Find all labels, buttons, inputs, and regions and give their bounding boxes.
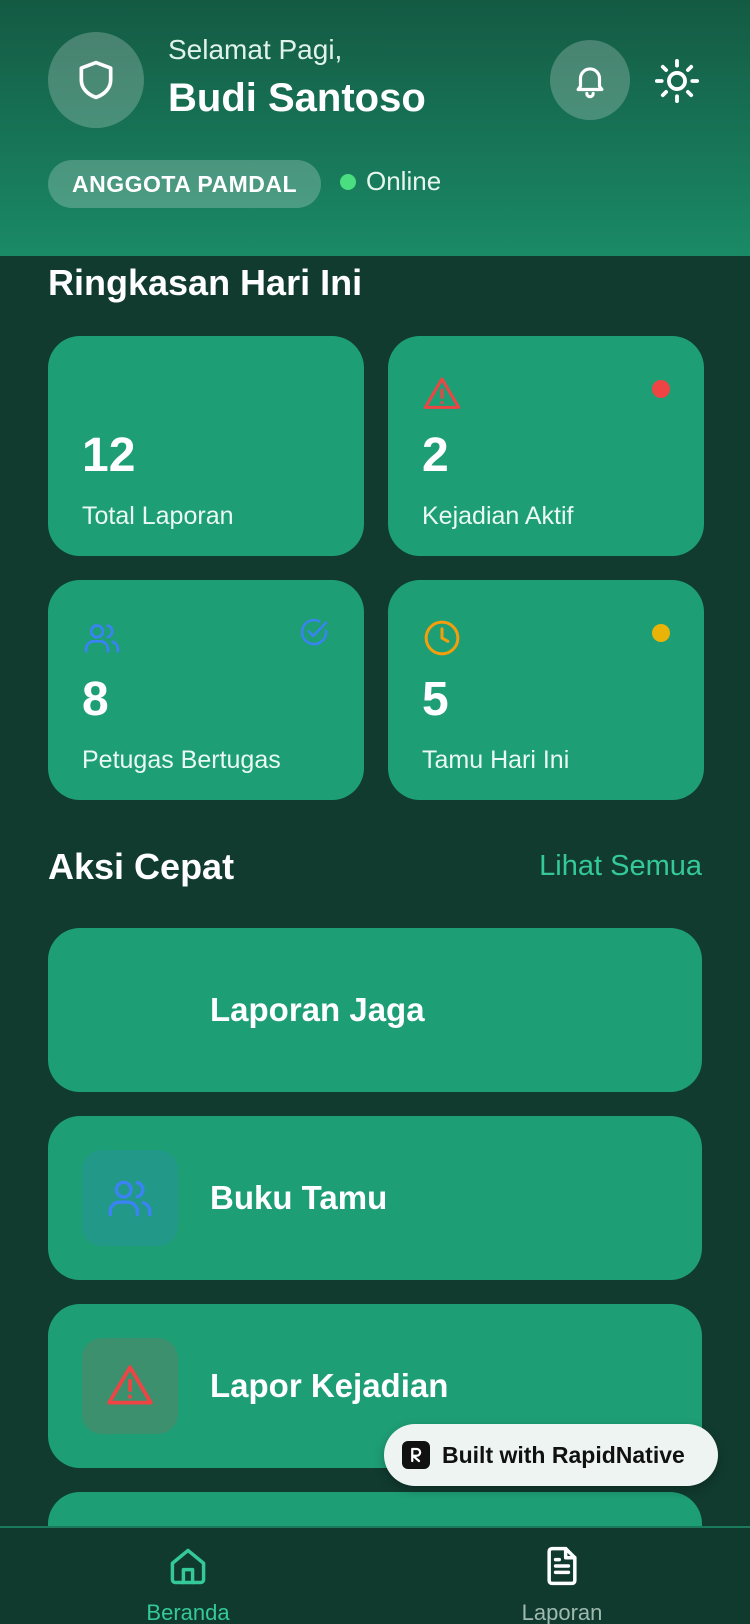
action-laporan-jaga[interactable]: Laporan Jaga (48, 928, 702, 1092)
home-icon (170, 1548, 206, 1585)
pending-indicator (652, 624, 670, 642)
status-text: Online (366, 166, 442, 196)
check-indicator (298, 616, 330, 653)
action-title: Laporan Jaga (210, 991, 425, 1028)
stat-label: Tamu Hari Ini (422, 746, 570, 774)
quick-actions-title: Aksi Cepat (48, 846, 235, 887)
see-all-link[interactable]: Lihat Semua (539, 850, 702, 883)
stat-label: Kejadian Aktif (422, 502, 574, 530)
check-circle-icon (300, 618, 328, 646)
action-icon-box (82, 1150, 178, 1246)
online-dot (340, 173, 356, 190)
alert-indicator (652, 380, 670, 398)
clock-icon (424, 620, 460, 656)
notification-button[interactable] (550, 40, 630, 120)
stat-card-petugas-bertugas[interactable]: 8 Petugas Bertugas (48, 580, 364, 800)
theme-toggle-button[interactable] (652, 56, 702, 106)
sun-icon (654, 58, 700, 104)
greeting-text: Selamat Pagi, (168, 34, 343, 65)
nav-item-beranda[interactable]: Beranda (88, 1528, 288, 1624)
warning-icon (107, 1365, 153, 1405)
shield-icon (79, 60, 113, 100)
bell-icon (576, 67, 604, 99)
header: Selamat Pagi, Budi Santoso ANGGOTA PAMDA… (0, 0, 750, 256)
stat-label: Petugas Bertugas (82, 746, 281, 774)
online-status: Online (340, 166, 441, 197)
stat-card-tamu-hari-ini[interactable]: 5 Tamu Hari Ini (388, 580, 704, 800)
stat-value: 8 (82, 673, 109, 726)
bottom-nav: Beranda Laporan (0, 1526, 750, 1624)
stat-label: Total Laporan (82, 502, 234, 530)
built-with-text: Built with RapidNative (442, 1441, 685, 1468)
nav-label: Beranda (146, 1600, 230, 1624)
rapidnative-logo-icon (402, 1441, 430, 1469)
summary-title: Ringkasan Hari Ini (48, 262, 363, 303)
stat-card-total-laporan[interactable]: 12 Total Laporan (48, 336, 364, 556)
home-screen: Selamat Pagi, Budi Santoso ANGGOTA PAMDA… (0, 0, 750, 1624)
users-icon (108, 1180, 152, 1217)
stat-value: 2 (422, 429, 449, 482)
action-title: Buku Tamu (210, 1179, 388, 1216)
stat-value: 5 (422, 673, 449, 726)
user-name: Budi Santoso (168, 76, 426, 120)
nav-label: Laporan (521, 1600, 603, 1624)
action-icon-box (82, 1338, 178, 1434)
built-with-badge[interactable]: Built with RapidNative (384, 1424, 718, 1486)
role-badge: ANGGOTA PAMDAL (48, 160, 322, 208)
document-icon (547, 1546, 577, 1586)
avatar[interactable] (48, 32, 144, 128)
stat-value: 12 (82, 429, 136, 482)
stat-card-kejadian-aktif[interactable]: 2 Kejadian Aktif (388, 336, 704, 556)
warning-icon (423, 377, 461, 409)
action-buku-tamu[interactable]: Buku Tamu (48, 1116, 702, 1280)
nav-item-laporan[interactable]: Laporan (462, 1528, 662, 1624)
users-icon (84, 624, 120, 653)
